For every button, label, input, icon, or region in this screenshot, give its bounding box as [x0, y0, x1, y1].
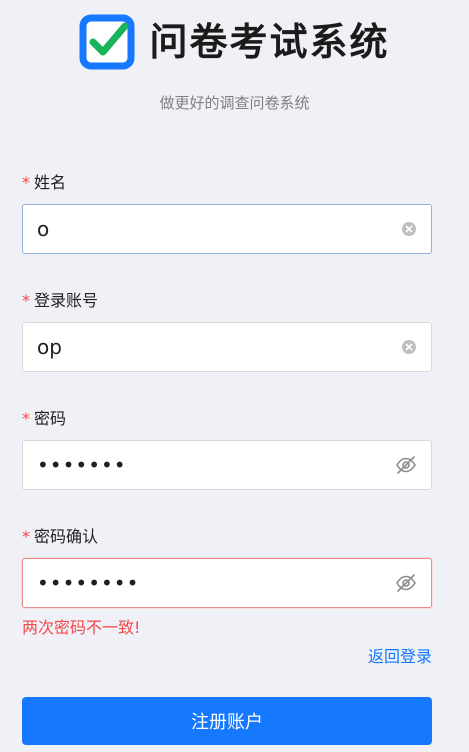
confirm-password-label-text: 密码确认: [34, 527, 99, 546]
confirm-password-label: * 密码确认: [22, 526, 432, 548]
password-label-text: 密码: [34, 409, 67, 428]
clear-icon[interactable]: [401, 221, 417, 237]
name-input[interactable]: o: [22, 204, 432, 254]
checkbox-check-icon: [79, 14, 135, 70]
account-input-value: op: [37, 335, 62, 359]
required-mark: *: [22, 409, 30, 428]
password-field: * 密码 •••••••: [22, 408, 432, 490]
confirm-password-input-value: ••••••••: [37, 571, 140, 595]
eye-slash-icon[interactable]: [395, 454, 417, 476]
name-input-value: o: [37, 217, 50, 241]
confirm-password-field: * 密码确认 ••••••••: [22, 526, 432, 608]
required-mark: *: [22, 173, 30, 192]
password-input[interactable]: •••••••: [22, 440, 432, 490]
app-title: 问卷考试系统: [149, 20, 390, 64]
back-to-login-link[interactable]: 返回登录: [368, 643, 432, 667]
account-field: * 登录账号 op: [22, 290, 432, 372]
required-mark: *: [22, 291, 30, 310]
eye-slash-icon[interactable]: [395, 572, 417, 594]
clear-icon[interactable]: [401, 339, 417, 355]
password-input-value: •••••••: [37, 453, 127, 477]
required-mark: *: [22, 527, 30, 546]
name-field: * 姓名 o: [22, 172, 432, 254]
confirm-password-error: 两次密码不一致!: [22, 618, 141, 637]
account-input[interactable]: op: [22, 322, 432, 372]
account-label: * 登录账号: [22, 290, 432, 312]
name-label-text: 姓名: [34, 173, 67, 192]
account-label-text: 登录账号: [34, 291, 99, 310]
app-header: 问卷考试系统: [0, 14, 469, 70]
confirm-password-input[interactable]: ••••••••: [22, 558, 432, 608]
name-label: * 姓名: [22, 172, 432, 194]
register-button[interactable]: 注册账户: [22, 697, 432, 745]
password-label: * 密码: [22, 408, 432, 430]
app-subtitle: 做更好的调查问卷系统: [159, 94, 310, 112]
